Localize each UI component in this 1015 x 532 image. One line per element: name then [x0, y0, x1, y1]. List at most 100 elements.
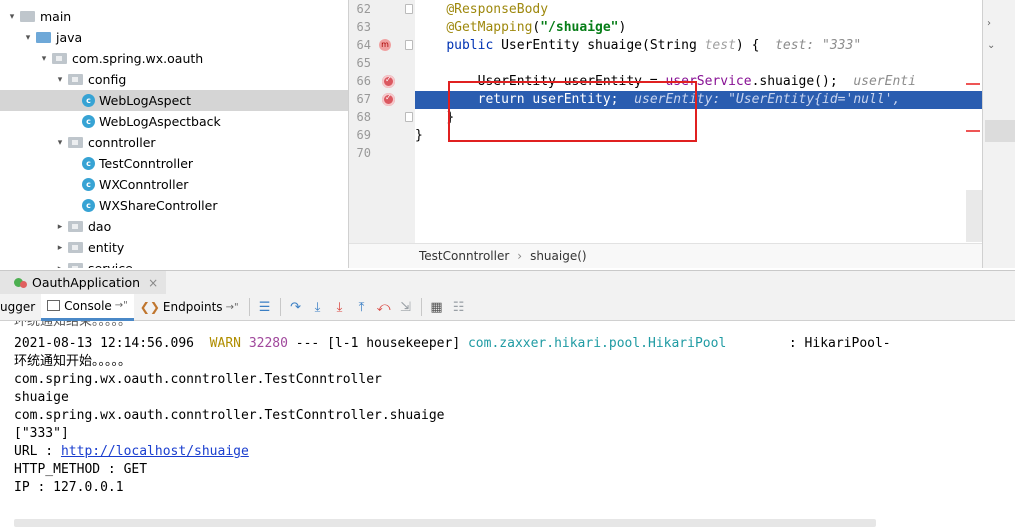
chevron-down-icon[interactable]: ▾	[6, 11, 18, 23]
package-icon	[68, 263, 83, 268]
tree-item[interactable]: ▾ com.spring.wx.oauth	[0, 48, 348, 69]
run-to-cursor-icon[interactable]: ⇲	[395, 297, 417, 317]
tree-item[interactable]: ▾ java	[0, 27, 348, 48]
pin-icon[interactable]: →"	[226, 302, 239, 313]
project-tree: ▾ main ▾ java ▾ com.spring.wx.oauth ▾ config c We…	[0, 0, 348, 268]
tree-item-label: entity	[88, 240, 125, 255]
string-literal: "/shuaige"	[540, 20, 619, 35]
toolbar-divider	[248, 298, 250, 316]
highlight-annotation-box	[448, 81, 697, 142]
log-pid: 32280	[248, 336, 288, 351]
run-tool-bar: OauthApplication ×	[0, 270, 1015, 295]
chevron-right-icon[interactable]: ›	[987, 18, 991, 29]
breadcrumb: TestConntroller › shuaige()	[349, 243, 983, 268]
chevron-down-icon[interactable]: ▾	[22, 32, 34, 44]
fold-marker-icon[interactable]	[405, 112, 413, 122]
tree-item[interactable]: ▸ service	[0, 258, 348, 268]
tree-item[interactable]: ▸ dao	[0, 216, 348, 237]
chevron-right-icon[interactable]: ▸	[54, 221, 66, 233]
tree-item[interactable]: ▸ entity	[0, 237, 348, 258]
fold-marker-icon[interactable]	[405, 4, 413, 14]
spring-boot-run-icon	[14, 277, 28, 289]
url-link[interactable]: http://localhost/shuaige	[61, 444, 249, 459]
breakpoint-icon[interactable]	[382, 93, 395, 106]
tool-window-tab[interactable]	[985, 120, 1015, 142]
trace-icon[interactable]: ☷	[448, 297, 470, 317]
line-number: 70	[356, 146, 371, 160]
tab-debugger[interactable]: ugger	[0, 294, 41, 321]
parameter: test	[704, 38, 736, 53]
tab-console[interactable]: Console →"	[41, 293, 134, 321]
folder-icon	[20, 11, 35, 22]
step-over-icon[interactable]: ↷	[285, 297, 307, 317]
breakpoint-icon[interactable]	[382, 75, 395, 88]
close-icon[interactable]: ×	[148, 276, 158, 290]
chevron-right-icon[interactable]: ▸	[54, 242, 66, 254]
tree-item[interactable]: ▾ main	[0, 6, 348, 27]
tree-item-label: service	[88, 261, 133, 268]
editor-gutter[interactable]: 62 63 64 65 66 67 68 69 70 m	[349, 0, 415, 243]
pin-icon[interactable]: →"	[115, 300, 128, 311]
code-editor[interactable]: 62 63 64 65 66 67 68 69 70 m @ResponseBo…	[348, 0, 983, 268]
fold-marker-icon[interactable]	[405, 40, 413, 50]
package-icon	[68, 221, 83, 232]
tree-item-label: WXShareController	[99, 198, 218, 213]
tree-item[interactable]: ▾ config	[0, 69, 348, 90]
tree-item[interactable]: c WebLogAspectback	[0, 111, 348, 132]
keyword: public	[446, 38, 494, 53]
line-number: 64	[356, 38, 371, 52]
tree-item[interactable]: c WebLogAspect	[0, 90, 348, 111]
tree-item-label: com.spring.wx.oauth	[72, 51, 204, 66]
chevron-right-icon: ›	[517, 249, 523, 263]
log-level: WARN	[209, 336, 241, 351]
console-line: HTTP_METHOD : GET	[14, 462, 148, 477]
console-log-line: 2021-08-13 12:14:56.096 WARN 32280 --- […	[14, 336, 891, 351]
line-number: 67	[356, 92, 371, 106]
console-output[interactable]: 环统通知结束。。。。。 2021-08-13 12:14:56.096 WARN…	[0, 321, 1015, 532]
tree-item[interactable]: c TestConntroller	[0, 153, 348, 174]
console-line: com.spring.wx.oauth.conntroller.TestConn…	[14, 408, 445, 423]
chevron-down-icon[interactable]: ⌄	[987, 40, 995, 51]
tab-endpoints[interactable]: ❮❯ Endpoints →"	[134, 294, 245, 321]
tree-item[interactable]: c WXShareController	[0, 195, 348, 216]
line-number: 66	[356, 74, 371, 88]
menu-lines-icon[interactable]: ☰	[254, 297, 276, 317]
class-icon: c	[82, 94, 95, 107]
inline-debug-value: test: "333"	[775, 38, 862, 53]
chevron-down-icon[interactable]: ▾	[38, 53, 50, 65]
tree-item[interactable]: c WXConntroller	[0, 174, 348, 195]
method-mapping-icon[interactable]: m	[379, 39, 391, 51]
error-stripe-mark[interactable]	[966, 83, 980, 85]
tree-item[interactable]: ▾ conntroller	[0, 132, 348, 153]
drop-frame-icon[interactable]: ⤺	[373, 297, 395, 317]
class-icon: c	[82, 178, 95, 191]
class-icon: c	[82, 199, 95, 212]
breadcrumb-class[interactable]: TestConntroller	[419, 249, 509, 263]
force-step-into-icon[interactable]: ⤓	[329, 297, 351, 317]
tree-item-label: conntroller	[88, 135, 156, 150]
error-stripe-mark[interactable]	[966, 130, 980, 132]
chevron-down-icon[interactable]: ▾	[54, 137, 66, 149]
console-icon	[47, 300, 61, 311]
run-config-tab[interactable]: OauthApplication ×	[0, 270, 167, 295]
tree-item-label: config	[88, 72, 127, 87]
step-out-icon[interactable]: ⤒	[351, 297, 373, 317]
step-into-icon[interactable]: ⤓	[307, 297, 329, 317]
breadcrumb-method[interactable]: shuaige()	[530, 249, 587, 263]
package-icon	[52, 53, 67, 64]
endpoints-icon: ❮❯	[139, 300, 160, 314]
editor-scrollbar[interactable]	[966, 190, 982, 242]
code-line-64[interactable]: public UserEntity shuaige(String test) {…	[415, 37, 982, 55]
annotation: @GetMapping	[446, 20, 533, 35]
line-number: 62	[356, 2, 371, 16]
code-line-63[interactable]: @GetMapping("/shuaige")	[415, 19, 982, 37]
toolbar-divider	[420, 298, 422, 316]
chevron-right-icon[interactable]: ▸	[54, 263, 66, 269]
code-line-62[interactable]: @ResponseBody	[415, 1, 982, 19]
evaluate-table-icon[interactable]: ▦	[426, 297, 448, 317]
toolbar-divider	[279, 298, 281, 316]
console-horizontal-scrollbar[interactable]	[14, 519, 876, 527]
chevron-down-icon[interactable]: ▾	[54, 74, 66, 86]
tree-item-label: main	[40, 9, 72, 24]
